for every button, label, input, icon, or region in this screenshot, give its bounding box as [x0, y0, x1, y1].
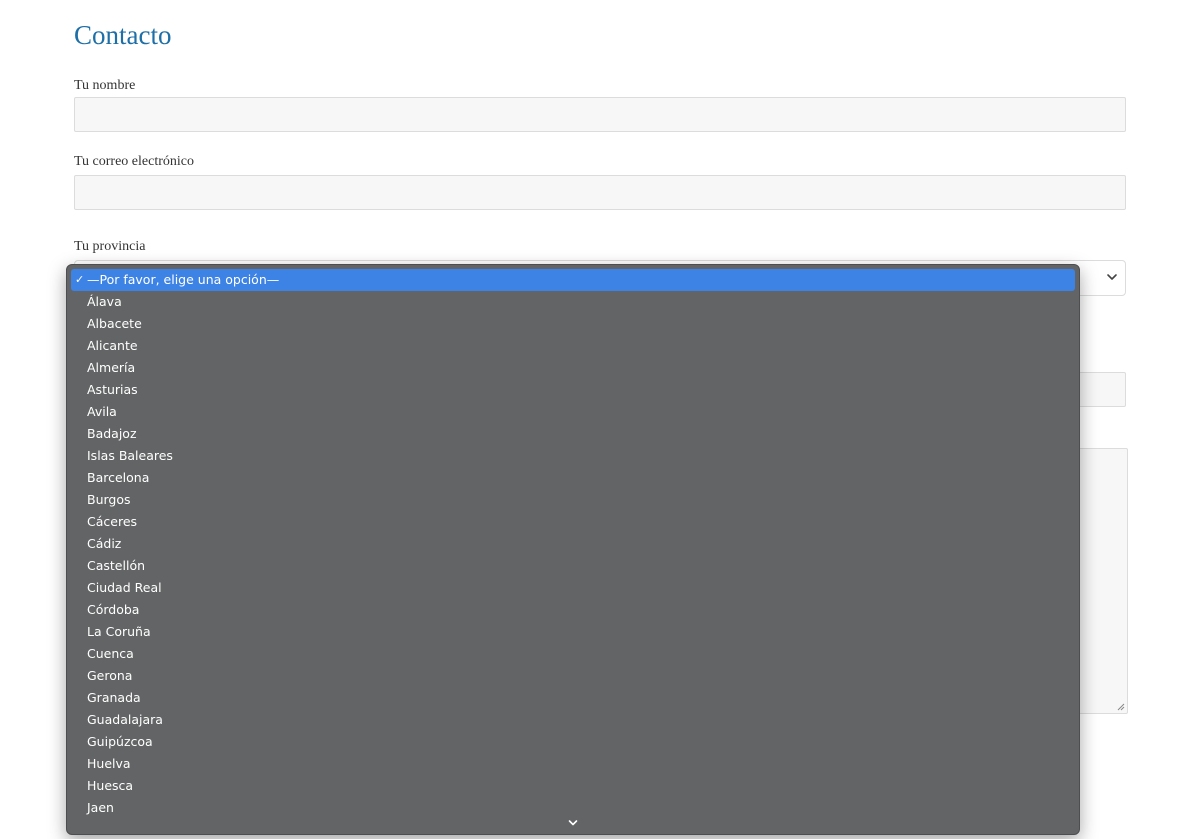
option-alava[interactable]: Álava [71, 291, 1075, 313]
option-label: Cáceres [87, 514, 138, 529]
option-label: Gerona [87, 668, 133, 683]
option-albacete[interactable]: Albacete [71, 313, 1075, 335]
option-cadiz[interactable]: Cádiz [71, 533, 1075, 555]
chevron-down-icon [1107, 274, 1117, 280]
dropdown-scroll-down[interactable] [67, 814, 1079, 830]
option-label: Córdoba [87, 602, 140, 617]
option-caceres[interactable]: Cáceres [71, 511, 1075, 533]
option-almeria[interactable]: Almería [71, 357, 1075, 379]
option-label: —Por favor, elige una opción— [87, 272, 280, 287]
option-label: Granada [87, 690, 141, 705]
option-label: Jaen [87, 800, 114, 815]
province-dropdown[interactable]: ✓ —Por favor, elige una opción— Álava Al… [66, 264, 1080, 835]
option-label: Huesca [87, 778, 134, 793]
option-castellon[interactable]: Castellón [71, 555, 1075, 577]
option-label: Guadalajara [87, 712, 163, 727]
option-guipuzcoa[interactable]: Guipúzcoa [71, 731, 1075, 753]
option-label: Álava [87, 294, 122, 309]
option-gerona[interactable]: Gerona [71, 665, 1075, 687]
option-barcelona[interactable]: Barcelona [71, 467, 1075, 489]
option-burgos[interactable]: Burgos [71, 489, 1075, 511]
option-label: Asturias [87, 382, 138, 397]
option-label: Barcelona [87, 470, 150, 485]
option-label: Almería [87, 360, 136, 375]
email-input[interactable] [74, 175, 1126, 210]
option-la-coruna[interactable]: La Coruña [71, 621, 1075, 643]
check-icon: ✓ [75, 273, 85, 286]
resize-grip-icon[interactable] [1117, 703, 1125, 711]
option-label: Castellón [87, 558, 146, 573]
option-label: Badajoz [87, 426, 137, 441]
email-label: Tu correo electrónico [74, 154, 194, 169]
province-label: Tu provincia [74, 239, 146, 254]
option-islas-baleares[interactable]: Islas Baleares [71, 445, 1075, 467]
option-label: Islas Baleares [87, 448, 173, 463]
option-ciudad-real[interactable]: Ciudad Real [71, 577, 1075, 599]
option-label: Avila [87, 404, 117, 419]
name-input[interactable] [74, 97, 1126, 132]
option-label: Albacete [87, 316, 142, 331]
option-label: Burgos [87, 492, 131, 507]
option-badajoz[interactable]: Badajoz [71, 423, 1075, 445]
option-label: Cuenca [87, 646, 134, 661]
option-label: Cádiz [87, 536, 122, 551]
option-label: Alicante [87, 338, 138, 353]
option-alicante[interactable]: Alicante [71, 335, 1075, 357]
name-label: Tu nombre [74, 78, 136, 93]
option-cordoba[interactable]: Córdoba [71, 599, 1075, 621]
chevron-down-icon [568, 820, 578, 826]
province-option-list: ✓ —Por favor, elige una opción— Álava Al… [67, 265, 1079, 819]
option-guadalajara[interactable]: Guadalajara [71, 709, 1075, 731]
page-title: Contacto [74, 20, 172, 50]
option-label: Ciudad Real [87, 580, 162, 595]
option-label: La Coruña [87, 624, 151, 639]
option-asturias[interactable]: Asturias [71, 379, 1075, 401]
option-huelva[interactable]: Huelva [71, 753, 1075, 775]
option-cuenca[interactable]: Cuenca [71, 643, 1075, 665]
option-huesca[interactable]: Huesca [71, 775, 1075, 797]
option-label: Guipúzcoa [87, 734, 153, 749]
option-label: Huelva [87, 756, 131, 771]
option-placeholder[interactable]: ✓ —Por favor, elige una opción— [71, 269, 1075, 291]
option-granada[interactable]: Granada [71, 687, 1075, 709]
option-avila[interactable]: Avila [71, 401, 1075, 423]
